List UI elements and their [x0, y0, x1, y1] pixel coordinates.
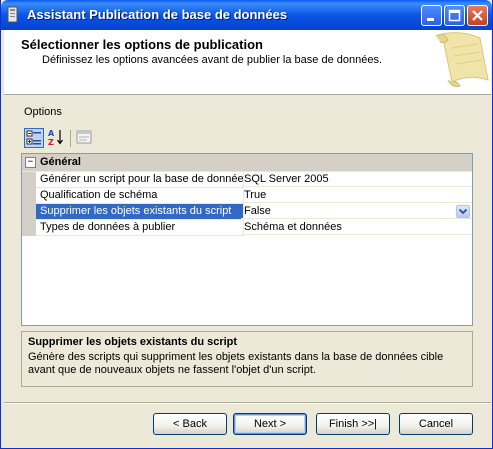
dropdown-button[interactable] [456, 205, 470, 218]
alphabetical-button[interactable]: A Z [47, 128, 67, 148]
app-icon [7, 6, 18, 23]
property-pages-icon [76, 130, 92, 144]
collapse-toggle[interactable]: − [25, 157, 36, 168]
options-label: Options [24, 106, 62, 118]
category-row[interactable]: − Général [22, 154, 472, 172]
property-value-text: False [244, 205, 271, 217]
row-gutter [22, 188, 36, 204]
next-button[interactable]: Next > [233, 413, 307, 435]
property-pages-button[interactable] [75, 128, 95, 148]
finish-button[interactable]: Finish >>| [316, 413, 390, 435]
cancel-button[interactable]: Cancel [399, 413, 473, 435]
property-value[interactable]: Schéma et données [241, 220, 472, 235]
categorized-icon [26, 130, 41, 145]
property-value-dropdown[interactable]: False [241, 204, 472, 219]
property-name: Supprimer les objets existants du script [36, 204, 244, 220]
svg-text:A: A [48, 129, 55, 138]
property-row[interactable]: Types de données à publier Schéma et don… [22, 220, 472, 236]
description-panel: Supprimer les objets existants du script… [21, 331, 473, 387]
wizard-header: Sélectionner les options de publication … [4, 30, 491, 95]
property-name: Qualification de schéma [36, 188, 244, 204]
property-row[interactable]: Générer un script pour la base de donnée… [22, 172, 472, 188]
row-gutter [22, 204, 36, 220]
property-name: Générer un script pour la base de donnée… [36, 172, 244, 188]
close-button[interactable] [467, 5, 488, 26]
categorized-button[interactable] [24, 128, 44, 148]
svg-text:Z: Z [48, 138, 54, 146]
property-value[interactable]: True [241, 188, 472, 203]
close-icon [472, 10, 483, 21]
footer-divider [4, 402, 491, 404]
description-title: Supprimer les objets existants du script [28, 336, 238, 348]
alphabetical-icon: A Z [48, 129, 63, 147]
row-gutter [22, 172, 36, 188]
back-button[interactable]: < Back [153, 413, 227, 435]
scroll-icon [435, 32, 489, 87]
toolbar-separator [70, 130, 71, 147]
title-bar[interactable]: Assistant Publication de base de données [1, 0, 492, 30]
property-grid[interactable]: − Général Générer un script pour la base… [21, 153, 473, 326]
page-subtitle: Définissez les options avancées avant de… [42, 54, 383, 66]
window-title: Assistant Publication de base de données [27, 7, 288, 22]
property-value[interactable]: SQL Server 2005 [241, 172, 472, 187]
property-name: Types de données à publier [36, 220, 244, 236]
minimize-icon [427, 18, 434, 21]
maximize-button[interactable] [444, 5, 465, 26]
row-gutter [22, 220, 36, 236]
maximize-icon [448, 9, 461, 22]
wizard-window: Assistant Publication de base de données… [0, 0, 493, 449]
page-title: Sélectionner les options de publication [21, 37, 263, 52]
minimize-button[interactable] [421, 5, 442, 26]
description-text: Génère des scripts qui suppriment les ob… [28, 351, 444, 376]
property-row[interactable]: Qualification de schéma True [22, 188, 472, 204]
category-label: Général [40, 156, 81, 168]
property-row-selected[interactable]: Supprimer les objets existants du script… [22, 204, 472, 220]
chevron-down-icon [458, 208, 468, 215]
